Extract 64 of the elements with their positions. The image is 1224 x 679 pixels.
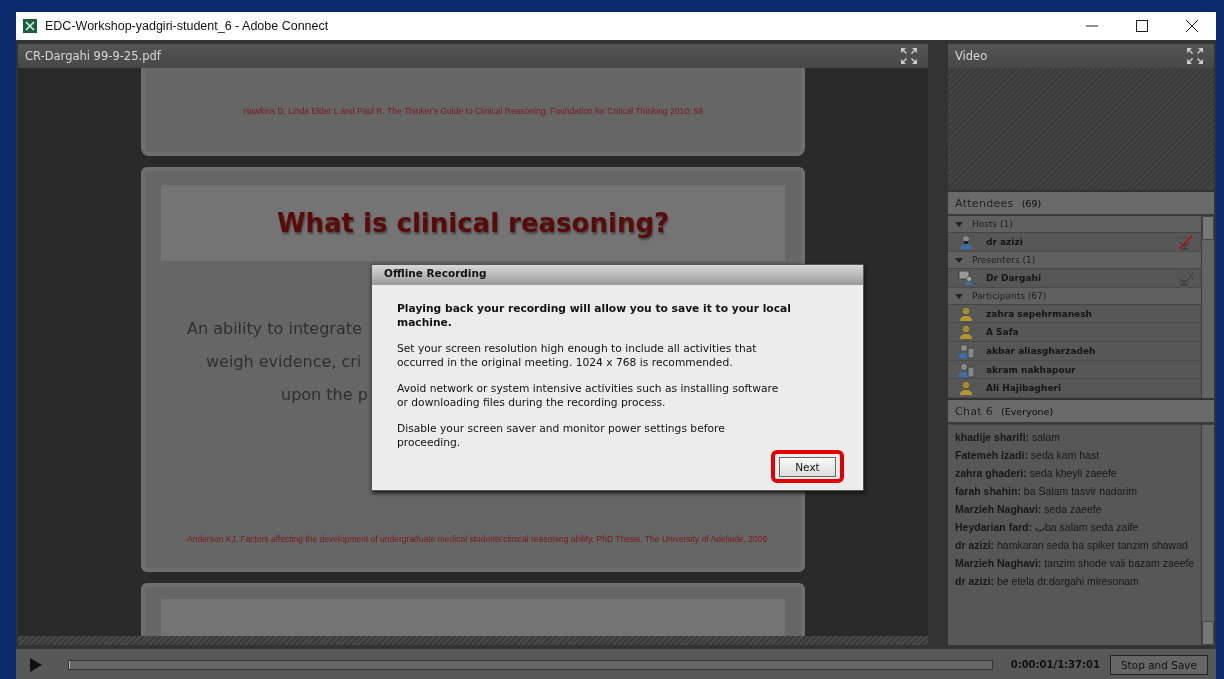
scrollbar[interactable] bbox=[1201, 425, 1214, 645]
pod-title: Chat 6 bbox=[955, 404, 993, 418]
fullscreen-icon[interactable] bbox=[900, 47, 918, 65]
attendee-name: akbar aliasgharzadeh bbox=[986, 345, 1097, 356]
app-icon bbox=[23, 19, 37, 33]
chat-message: Marzieh Naghavi: seda zaeefe bbox=[955, 503, 1103, 515]
citation-text: Anderson KJ. Factors affecting the development of undergraduate medical students'clinical reasoning ability. PhD Thesis. The University of Adelaide, 2006 bbox=[186, 534, 769, 544]
attendee-name: A Safa bbox=[986, 327, 1020, 338]
collapse-triangle-icon bbox=[955, 291, 963, 300]
slide-text: weigh evidence, cri bbox=[205, 351, 362, 372]
mobile-user-icon bbox=[958, 342, 974, 359]
host-user-icon bbox=[958, 234, 974, 250]
dialog-text: Set your screen resolution high enough to include all activities that occurred in the original meeting. 1024 x 768 is recommended. bbox=[397, 342, 758, 370]
slide-heading: What is clinical reasoning? bbox=[276, 208, 670, 238]
chat-message: zahra ghaderi: seda kheyli zaeefe bbox=[955, 467, 1118, 479]
attendee-name: dr azizi bbox=[986, 237, 1024, 247]
scrollbar[interactable] bbox=[1201, 216, 1214, 398]
presenter-user-icon bbox=[958, 269, 974, 286]
chat-message: dr azizi: hamkaran seda ba spiker tanzim shawad bbox=[955, 539, 1189, 551]
collapse-triangle-icon bbox=[955, 220, 963, 229]
stop-and-save-button[interactable]: Stop and Save bbox=[1109, 654, 1208, 675]
attendee-count: (69) bbox=[1021, 197, 1042, 209]
play-icon[interactable] bbox=[30, 657, 42, 672]
attendee-name: zahra sepehrmanesh bbox=[986, 308, 1093, 319]
scroll-thumb[interactable] bbox=[1202, 216, 1214, 240]
chat-message: Fatemeh izadi: seda kam hast bbox=[955, 449, 1101, 461]
attendee-row[interactable]: Dr Dargahi bbox=[948, 269, 1201, 288]
collapse-triangle-icon bbox=[955, 255, 963, 264]
fullscreen-icon[interactable] bbox=[1186, 47, 1204, 65]
group-label: Participants (67) bbox=[972, 290, 1047, 301]
group-header[interactable]: Hosts (1) bbox=[948, 216, 1201, 234]
chat-scope: (Everyone) bbox=[1001, 405, 1054, 417]
group-label: Hosts (1) bbox=[972, 219, 1013, 230]
playback-time: 0:00:01/1:37:01 bbox=[1010, 659, 1100, 670]
mobile-user-icon bbox=[958, 361, 974, 378]
close-icon[interactable] bbox=[1186, 20, 1198, 32]
attendee-name: Dr Dargahi bbox=[986, 272, 1043, 283]
pod-title: Attendees bbox=[955, 196, 1014, 210]
citation-text: Hawkins D, Linda Elder L and Paul R. The Thinker's Guide to Clinical Reasoning, Foundation for Critical Thinking 2010; 58 bbox=[242, 105, 704, 116]
chat-message: farah shahin: ba Salam tasvir nadarim bbox=[955, 485, 1139, 497]
pod-title: Video bbox=[955, 49, 988, 63]
scroll-thumb[interactable] bbox=[1202, 621, 1214, 645]
attendee-row[interactable]: A Safa bbox=[948, 323, 1201, 343]
group-label: Presenters (1) bbox=[972, 254, 1036, 265]
attendee-row[interactable]: akbar aliasgharzadeh bbox=[948, 342, 1201, 361]
attendee-row[interactable]: Ali Hajibagheri bbox=[948, 379, 1201, 398]
pod-title: CR-Dargahi 99-9-25.pdf bbox=[25, 49, 161, 63]
dialog-text: Disable your screen saver and monitor power settings before proceeding. bbox=[397, 422, 726, 450]
maximize-icon[interactable] bbox=[1136, 20, 1148, 32]
participant-user-icon bbox=[958, 380, 974, 397]
attendee-name: akram nakhapour bbox=[986, 364, 1077, 375]
next-button[interactable]: Next bbox=[779, 457, 836, 477]
attendee-row[interactable]: dr azizi bbox=[948, 233, 1201, 252]
chat-message: dr azizi: be etela dr.dargahi miresonam bbox=[955, 575, 1140, 587]
participant-user-icon bbox=[958, 305, 974, 322]
dialog-text: Playing back your recording will allow you to save it to your local machine. bbox=[397, 302, 791, 330]
dialog-title: Offline Recording bbox=[372, 265, 863, 285]
progress-track[interactable] bbox=[68, 659, 993, 670]
dialog-text: Avoid network or system intensive activities such as installing software or downloading files during the recording process. bbox=[397, 382, 780, 410]
attendee-name: Ali Hajibagheri bbox=[986, 383, 1063, 394]
participant-user-icon bbox=[958, 324, 974, 341]
window-title: EDC-Workshop-yadgiri-student_6 - Adobe Connect bbox=[45, 19, 329, 33]
chat-message: Marzieh Naghavi: tanzim shode vali bazam zaeefe bbox=[955, 557, 1195, 569]
chat-message: khadije sharifi: salam bbox=[955, 431, 1062, 443]
